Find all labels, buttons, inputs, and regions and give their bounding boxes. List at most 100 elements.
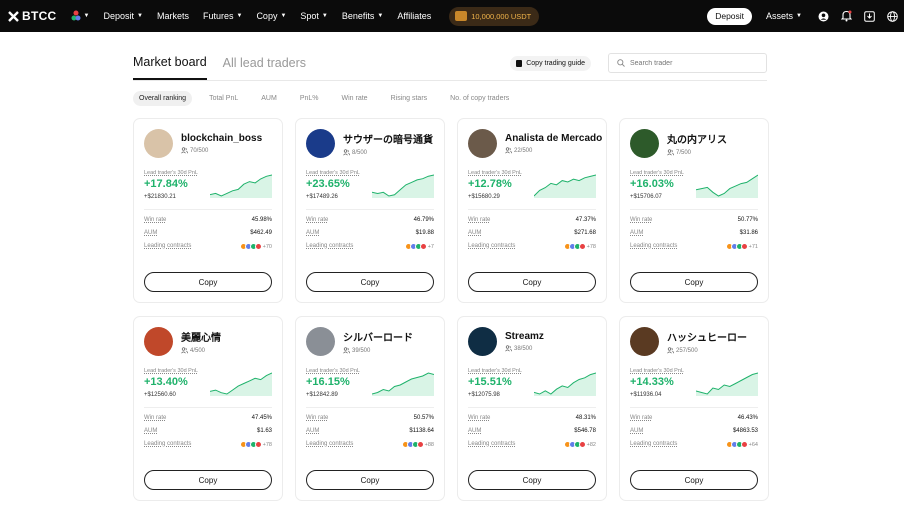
trader-card[interactable]: サウザーの暗号通貨 8/500 Lead trader's 30d PnL +2… <box>295 118 445 303</box>
avatar[interactable] <box>468 327 497 356</box>
copiers-count: 8/500 <box>343 149 433 156</box>
user-icon[interactable] <box>818 11 829 22</box>
users-icon <box>343 347 350 354</box>
trader-name[interactable]: サウザーの暗号通貨 <box>343 131 433 146</box>
copiers-count: 7/500 <box>667 149 727 156</box>
filter-aum[interactable]: AUM <box>255 91 283 106</box>
brand-logo[interactable]: BTCC <box>8 9 57 23</box>
contract-coins: +70 <box>239 243 272 250</box>
pnl-usd: +$17489.26 <box>306 194 338 200</box>
copiers-value: 70/500 <box>190 147 209 154</box>
contracts-row: Leading contracts +7 <box>306 243 434 250</box>
filter-overall-ranking[interactable]: Overall ranking <box>133 90 193 106</box>
win-rate-label: Win rate <box>306 217 329 223</box>
tab-market-board[interactable]: Market board <box>133 55 207 80</box>
pnl-usd: +$15706.07 <box>630 194 662 200</box>
copy-button[interactable]: Copy <box>468 272 596 292</box>
nav-item-spot[interactable]: Spot ▼ <box>300 11 327 21</box>
trader-name[interactable]: 丸の内アリス <box>667 131 727 146</box>
avatar[interactable] <box>144 129 173 158</box>
trader-card[interactable]: ハッシュヒーロー 257/500 Lead trader's 30d PnL +… <box>619 316 769 501</box>
divider <box>306 209 434 210</box>
pnl-percent: +12.78% <box>468 178 512 190</box>
aum-label: AUM <box>306 428 320 434</box>
users-icon <box>505 147 512 154</box>
trader-card[interactable]: 丸の内アリス 7/500 Lead trader's 30d PnL +16.0… <box>619 118 769 303</box>
pnl-usd: +$11936.04 <box>630 392 662 398</box>
aum-row: AUM $31.86 <box>630 230 758 236</box>
trader-name[interactable]: blockchain_boss <box>181 133 262 144</box>
search-input[interactable] <box>630 59 750 67</box>
trader-card[interactable]: Streamz 38/500 Lead trader's 30d PnL +15… <box>457 316 607 501</box>
nav-item-futures[interactable]: Futures ▼ <box>203 11 242 21</box>
trader-name[interactable]: Analista de Mercado <box>505 133 602 144</box>
language-switch[interactable]: ▼ <box>71 10 89 22</box>
copy-button[interactable]: Copy <box>630 470 758 490</box>
trader-name[interactable]: Streamz <box>505 331 544 342</box>
copiers-count: 4/500 <box>181 347 221 354</box>
copiers-value: 39/500 <box>352 347 371 354</box>
pnl-sparkline <box>372 174 434 198</box>
download-icon[interactable] <box>864 10 875 22</box>
btcc-logo-icon <box>8 10 19 22</box>
bell-icon[interactable] <box>841 10 852 22</box>
win-rate-row: Win rate 50.57% <box>306 415 434 421</box>
avatar[interactable] <box>630 327 659 356</box>
win-rate-value: 50.77% <box>737 217 758 223</box>
brand-name: BTCC <box>22 9 57 23</box>
copy-trading-guide-button[interactable]: Copy trading guide <box>510 56 591 71</box>
aum-label: AUM <box>144 428 158 434</box>
top-nav: BTCC ▼ Deposit ▼ Markets Futures ▼ Copy ▼ Spot ▼… <box>0 0 904 32</box>
copy-button[interactable]: Copy <box>630 272 758 292</box>
filter-no-of-copy-traders[interactable]: No. of copy traders <box>444 91 515 106</box>
filter-rising-stars[interactable]: Rising stars <box>385 91 434 106</box>
filter-win-rate[interactable]: Win rate <box>336 91 374 106</box>
pnl-sparkline <box>372 372 434 396</box>
win-rate-label: Win rate <box>630 415 653 421</box>
trader-name[interactable]: 美麗心情 <box>181 329 221 344</box>
copy-button[interactable]: Copy <box>306 470 434 490</box>
tab-all-lead-traders[interactable]: All lead traders <box>223 56 306 80</box>
promo-badge[interactable]: 10,000,000 USDT <box>449 6 540 26</box>
trader-card[interactable]: blockchain_boss 70/500 Lead trader's 30d… <box>133 118 283 303</box>
assets-menu[interactable]: Assets ▼ <box>766 11 802 21</box>
copiers-value: 4/500 <box>190 347 206 354</box>
divider <box>144 209 272 210</box>
trader-header: ハッシュヒーロー 257/500 <box>630 327 758 356</box>
aum-label: AUM <box>630 230 644 236</box>
copy-button[interactable]: Copy <box>306 272 434 292</box>
trader-card[interactable]: シルバーロード 39/500 Lead trader's 30d PnL +16… <box>295 316 445 501</box>
trader-name[interactable]: シルバーロード <box>343 329 413 344</box>
avatar[interactable] <box>144 327 173 356</box>
pnl-usd: +$12560.60 <box>144 392 176 398</box>
filter-pnl-[interactable]: PnL% <box>294 91 325 106</box>
nav-item-affiliates[interactable]: Affiliates <box>397 11 431 21</box>
copy-button[interactable]: Copy <box>144 470 272 490</box>
search-box[interactable] <box>608 53 767 73</box>
more-contracts-count: +64 <box>748 441 758 448</box>
copiers-count: 257/500 <box>667 347 747 354</box>
nav-item-copy[interactable]: Copy ▼ <box>256 11 286 21</box>
pnl-percent: +23.65% <box>306 178 350 190</box>
nav-item-benefits[interactable]: Benefits ▼ <box>342 11 383 21</box>
filter-total-pnl[interactable]: Total PnL <box>203 91 244 106</box>
copy-button[interactable]: Copy <box>468 470 596 490</box>
avatar[interactable] <box>630 129 659 158</box>
coin-icon <box>578 441 586 448</box>
pnl-sparkline <box>534 372 596 396</box>
nav-item-deposit[interactable]: Deposit ▼ <box>103 11 142 21</box>
trader-card[interactable]: 美麗心情 4/500 Lead trader's 30d PnL +13.40%… <box>133 316 283 501</box>
win-rate-row: Win rate 50.77% <box>630 217 758 223</box>
deposit-button[interactable]: Deposit <box>707 7 753 25</box>
globe-icon[interactable] <box>887 10 898 22</box>
aum-value: $462.49 <box>250 230 272 236</box>
avatar[interactable] <box>306 327 335 356</box>
copy-button[interactable]: Copy <box>144 272 272 292</box>
avatar[interactable] <box>468 129 497 158</box>
trader-card[interactable]: Analista de Mercado 22/500 Lead trader's… <box>457 118 607 303</box>
nav-item-markets[interactable]: Markets <box>157 11 189 21</box>
avatar[interactable] <box>306 129 335 158</box>
trader-name[interactable]: ハッシュヒーロー <box>667 329 747 344</box>
coin-icon <box>419 243 427 250</box>
win-rate-value: 46.43% <box>737 415 758 421</box>
